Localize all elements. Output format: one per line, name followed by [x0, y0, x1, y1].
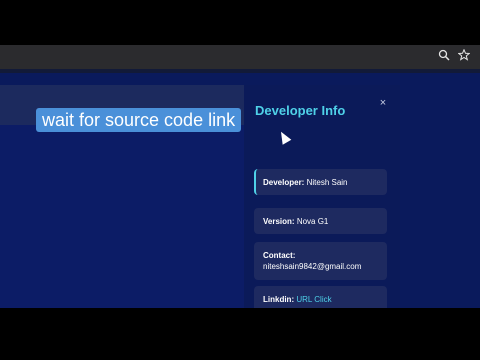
video-caption: wait for source code link: [36, 108, 242, 132]
browser-strip: [0, 69, 480, 73]
zoom-icon[interactable]: [436, 49, 452, 65]
page-right: [400, 85, 480, 308]
panel-title: Developer Info: [255, 103, 346, 118]
browser-toolbar: [0, 45, 480, 69]
developer-card[interactable]: Developer: Nitesh Sain: [254, 169, 387, 195]
version-label: Version:: [263, 217, 295, 226]
version-value: Nova G1: [296, 217, 329, 226]
close-button[interactable]: ×: [376, 96, 390, 110]
contact-card[interactable]: Contact: niteshsain9842@gmail.com: [254, 242, 387, 280]
developer-info-panel: Developer Info × Developer: Nitesh Sain …: [244, 85, 400, 308]
star-icon[interactable]: [456, 48, 472, 65]
linkedin-link[interactable]: URL Click: [296, 295, 331, 304]
developer-label: Developer:: [263, 178, 305, 187]
contact-label: Contact:: [263, 251, 296, 260]
page-body: [0, 125, 248, 308]
linkedin-card[interactable]: Linkdin: URL Click: [254, 286, 387, 308]
linkedin-label: Linkdin:: [263, 295, 295, 304]
contact-value: niteshsain9842@gmail.com: [263, 262, 362, 271]
screen: Developer Info × Developer: Nitesh Sain …: [0, 45, 480, 308]
developer-value: Nitesh Sain: [306, 178, 348, 187]
version-card[interactable]: Version: Nova G1: [254, 208, 387, 234]
